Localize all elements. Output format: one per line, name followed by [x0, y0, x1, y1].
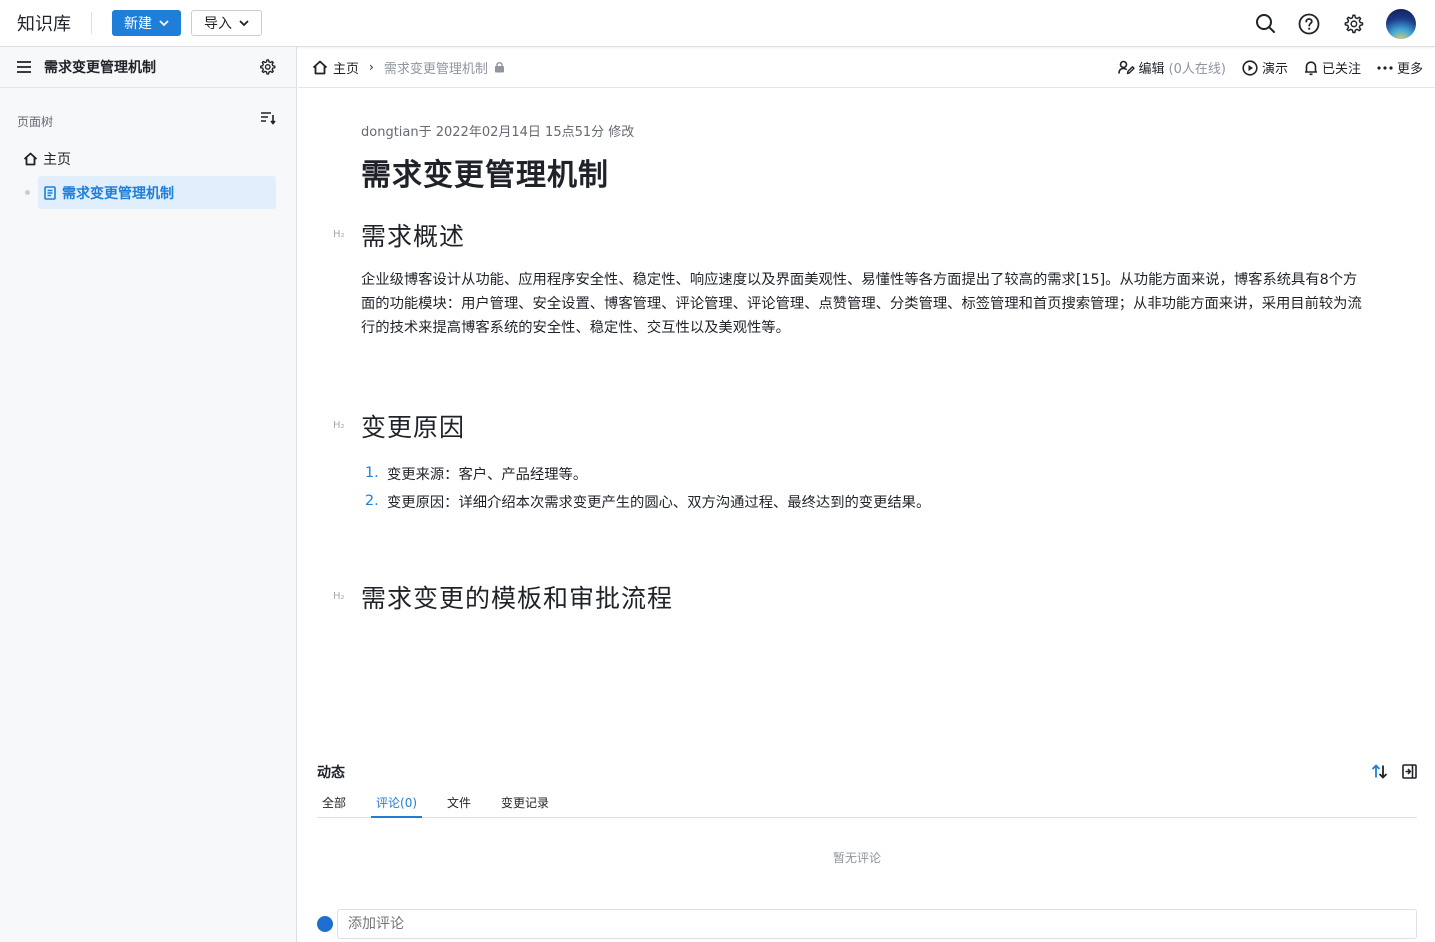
home-icon — [23, 152, 38, 166]
section-paragraph: 企业级博客设计从功能、应用程序安全性、稳定性、响应速度以及界面美观性、易懂性等各… — [361, 272, 1362, 336]
tree-bullet — [25, 190, 30, 195]
section-heading: 需求概述 — [361, 222, 466, 251]
more-label: 更多 — [1396, 62, 1423, 77]
import-button[interactable]: 导入 — [191, 10, 262, 36]
chevron-down-icon — [239, 19, 249, 26]
list-item: 1. 变更来源：客户、产品经理等。 — [361, 459, 930, 487]
tree-item-home[interactable]: 主页 — [23, 149, 71, 169]
tree-item-label: 需求变更管理机制 — [62, 185, 174, 202]
present-label: 演示 — [1261, 62, 1288, 77]
breadcrumb: 主页 › 需求变更管理机制 — [312, 58, 505, 77]
lock-icon[interactable] — [494, 61, 505, 73]
home-icon[interactable] — [312, 60, 328, 75]
activity-title: 动态 — [317, 765, 345, 781]
breadcrumb-home[interactable]: 主页 — [333, 58, 359, 77]
tab-all[interactable]: 全部 — [317, 792, 351, 818]
h2-marker: H₂ — [333, 229, 345, 240]
more-button[interactable]: 更多 — [1377, 58, 1423, 77]
follow-label: 已关注 — [1321, 62, 1361, 77]
h2-marker: H₂ — [333, 420, 345, 431]
gear-icon[interactable] — [258, 58, 276, 76]
divider — [91, 12, 92, 34]
tree-item-current-page[interactable]: 需求变更管理机制 — [38, 176, 276, 209]
sort-toggle-icon[interactable] — [1371, 764, 1388, 779]
section-heading: 需求变更的模板和审批流程 — [361, 584, 674, 613]
menu-icon[interactable] — [16, 60, 32, 74]
page-tree-label: 页面树 — [17, 115, 54, 129]
content-header: 主页 › 需求变更管理机制 编辑 (0人在线) 演示 已关注 更多 — [298, 47, 1435, 88]
list-number: 1. — [365, 465, 379, 481]
list-number: 2. — [365, 493, 379, 509]
play-circle-icon — [1242, 59, 1258, 76]
search-icon[interactable] — [1254, 13, 1276, 35]
sidebar: 需求变更管理机制 页面树 主页 需求变更管理机制 — [0, 47, 297, 942]
space-name: 需求变更管理机制 — [44, 60, 156, 76]
edit-button[interactable]: 编辑 (0人在线) — [1117, 58, 1226, 77]
help-icon[interactable] — [1298, 13, 1320, 35]
tab-comments[interactable]: 评论(0) — [371, 792, 423, 818]
online-count: (0人在线) — [1168, 62, 1226, 77]
list-item: 2. 变更原因：详细介绍本次需求变更产生的圆心、双方沟通过程、最终达到的变更结果… — [361, 487, 930, 515]
section-heading: 变更原因 — [361, 413, 466, 442]
tree-item-label: 主页 — [43, 152, 71, 168]
edit-label: 编辑 — [1138, 62, 1165, 77]
empty-comments-text: 暂无评论 — [832, 851, 881, 865]
list-text: 变更来源：客户、产品经理等。 — [387, 466, 588, 483]
avatar — [317, 916, 333, 932]
collab-edit-icon — [1117, 60, 1135, 75]
new-button[interactable]: 新建 — [112, 10, 181, 36]
comment-input[interactable] — [337, 909, 1417, 939]
h2-marker: H₂ — [333, 591, 345, 602]
bell-icon — [1304, 60, 1317, 75]
new-button-label: 新建 — [124, 16, 152, 32]
page-title: 需求变更管理机制 — [361, 158, 609, 193]
avatar[interactable] — [1386, 8, 1416, 39]
sidebar-header: 需求变更管理机制 — [0, 47, 296, 88]
tab-files[interactable]: 文件 — [442, 792, 476, 818]
breadcrumb-current: 需求变更管理机制 — [383, 61, 488, 77]
app-title[interactable]: 知识库 — [17, 10, 71, 36]
activity-tabs: 全部 评论(0) 文件 变更记录 — [317, 792, 1417, 818]
tab-change-log[interactable]: 变更记录 — [496, 792, 554, 818]
more-dots-icon — [1377, 65, 1393, 70]
top-bar: 知识库 新建 导入 — [0, 0, 1435, 47]
gear-icon[interactable] — [1342, 13, 1364, 35]
present-button[interactable]: 演示 — [1242, 58, 1288, 77]
chevron-down-icon — [159, 19, 169, 26]
sort-icon[interactable] — [260, 111, 276, 125]
doc-meta: dongtian于 2022年02月14日 15点51分 修改 — [361, 125, 635, 140]
collapse-panel-icon[interactable] — [1402, 764, 1417, 779]
follow-button[interactable]: 已关注 — [1304, 58, 1361, 77]
import-button-label: 导入 — [204, 16, 232, 32]
list-text: 变更原因：详细介绍本次需求变更产生的圆心、双方沟通过程、最终达到的变更结果。 — [387, 494, 931, 511]
document-icon — [44, 185, 56, 200]
activity-tools — [1371, 764, 1417, 779]
breadcrumb-separator: › — [369, 60, 374, 74]
ordered-list: 1. 变更来源：客户、产品经理等。 2. 变更原因：详细介绍本次需求变更产生的圆… — [361, 459, 930, 515]
